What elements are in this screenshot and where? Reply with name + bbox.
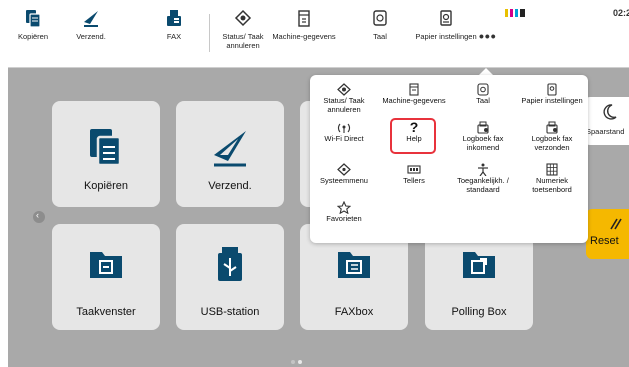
- paper-settings-icon: [518, 83, 586, 96]
- tile-usb-drive[interactable]: USB-station: [176, 224, 284, 330]
- reset-label: Reset: [590, 235, 619, 247]
- language-icon: [345, 8, 415, 30]
- tile-label: Verzend.: [208, 180, 252, 192]
- menu-item-label: Status/ Taak annuleren: [323, 96, 365, 114]
- sleep-label: Spaarstand: [586, 127, 625, 136]
- menu-item-label: Toegankelijkh. / standaard: [457, 176, 509, 194]
- send-icon: [56, 8, 126, 30]
- toner-level-indicator: [505, 9, 535, 17]
- quick-access-bar: Kopiëren Verzend. FAX Status/ Taak annul…: [8, 0, 629, 68]
- menu-language[interactable]: Taal: [449, 83, 517, 106]
- menu-system-menu[interactable]: Systeemmenu: [310, 163, 378, 186]
- topbar-item-label: Kopiëren: [17, 32, 49, 41]
- menu-wifi-direct[interactable]: Wi-Fi Direct: [310, 121, 378, 144]
- fax-box-icon: [300, 244, 408, 288]
- menu-status[interactable]: Status/ Taak annuleren: [310, 83, 378, 114]
- fax-log-out-icon: [518, 121, 586, 134]
- tile-label: Polling Box: [451, 306, 507, 318]
- machine-info-icon: [380, 83, 448, 96]
- topbar-item-label: FAX: [166, 32, 182, 41]
- usb-drive-icon: [176, 244, 284, 288]
- system-menu-icon: [310, 163, 378, 176]
- moon-icon: [602, 103, 618, 126]
- counter-icon: [380, 163, 448, 176]
- menu-accessibility[interactable]: Toegankelijkh. / standaard: [449, 163, 517, 194]
- topbar-item-label: Machine-gegevens: [272, 32, 336, 41]
- status-icon: [208, 8, 278, 30]
- menu-item-label: Tellers: [403, 176, 425, 185]
- menu-favorites[interactable]: Favorieten: [310, 201, 378, 224]
- tile-label: FAXbox: [334, 306, 374, 318]
- previous-page-button[interactable]: ‹: [33, 210, 45, 223]
- clock: 02:2: [612, 8, 629, 18]
- reset-icon: [608, 217, 622, 236]
- favorites-icon: [310, 201, 378, 214]
- more-menu-popup: Status/ Taak annuleren Machine-gegevens …: [310, 75, 588, 243]
- toner-magenta-bar: [510, 9, 513, 17]
- toner-yellow-bar: [505, 9, 508, 17]
- popup-arrow: [479, 68, 493, 75]
- topbar-item-label: Verzend.: [76, 32, 106, 41]
- tile-copy[interactable]: Kopiëren: [52, 101, 160, 207]
- page-dot-active: [298, 360, 302, 364]
- help-highlight-frame: [390, 118, 436, 154]
- language-icon: [449, 83, 517, 96]
- toner-black-bar: [520, 9, 525, 17]
- topbar-item-label: Papier instellingen: [415, 32, 477, 41]
- menu-item-label: Logboek fax verzonden: [531, 134, 573, 152]
- copy-icon: [52, 125, 160, 169]
- menu-counters[interactable]: Tellers: [380, 163, 448, 186]
- fax-log-in-icon: [449, 121, 517, 134]
- menu-item-label: Favorieten: [326, 214, 362, 223]
- menu-item-label: Papier instellingen: [521, 96, 583, 105]
- more-menu-button[interactable]: •••: [479, 28, 497, 44]
- reset-button[interactable]: Reset: [586, 209, 629, 259]
- home-screen: Kopiëren Verzend. FAX Status/ Taak annul…: [8, 0, 629, 367]
- menu-item-label: Machine-gegevens: [382, 96, 446, 105]
- topbar-item-label: Status/ Taak annuleren: [222, 32, 264, 50]
- machine-info-icon: [269, 8, 339, 30]
- tile-label: Taakvenster: [76, 306, 136, 318]
- topbar-status[interactable]: Status/ Taak annuleren: [208, 8, 278, 50]
- topbar-machine-info[interactable]: Machine-gegevens: [269, 8, 339, 41]
- page-dot: [291, 360, 295, 364]
- page-indicator: [291, 351, 305, 367]
- tile-send[interactable]: Verzend.: [176, 101, 284, 207]
- tile-label: USB-station: [200, 306, 260, 318]
- paper-settings-icon: [411, 8, 481, 30]
- menu-item-label: Logboek fax inkomend: [462, 134, 504, 152]
- menu-fax-log-sent[interactable]: Logboek fax verzonden: [518, 121, 586, 152]
- menu-item-label: Systeemmenu: [320, 176, 368, 185]
- sleep-button[interactable]: Spaarstand: [584, 97, 629, 145]
- menu-numeric-keypad[interactable]: Numeriek toetsenbord: [518, 163, 586, 194]
- menu-item-label: Wi-Fi Direct: [324, 134, 364, 143]
- wifi-direct-icon: [310, 121, 378, 134]
- menu-paper-settings[interactable]: Papier instellingen: [518, 83, 586, 106]
- chevron-left-icon: ‹: [36, 210, 39, 220]
- topbar-language[interactable]: Taal: [345, 8, 415, 41]
- topbar-paper-settings[interactable]: Papier instellingen: [411, 8, 481, 41]
- accessibility-icon: [449, 163, 517, 176]
- status-icon: [310, 83, 378, 96]
- fax-icon: [139, 8, 209, 30]
- topbar-fax[interactable]: FAX: [139, 8, 209, 41]
- menu-fax-log-incoming[interactable]: Logboek fax inkomend: [449, 121, 517, 152]
- job-box-icon: [52, 244, 160, 288]
- toner-cyan-bar: [515, 9, 518, 17]
- topbar-item-label: Taal: [373, 32, 387, 41]
- topbar-send[interactable]: Verzend.: [56, 8, 126, 41]
- menu-item-label: Taal: [476, 96, 490, 105]
- menu-machine-info[interactable]: Machine-gegevens: [380, 83, 448, 106]
- tile-label: Kopiëren: [83, 180, 129, 192]
- numeric-keypad-icon: [518, 163, 586, 176]
- polling-box-icon: [425, 244, 533, 288]
- send-icon: [176, 125, 284, 169]
- menu-item-label: Numeriek toetsenbord: [532, 176, 572, 194]
- tile-job-box[interactable]: Taakvenster: [52, 224, 160, 330]
